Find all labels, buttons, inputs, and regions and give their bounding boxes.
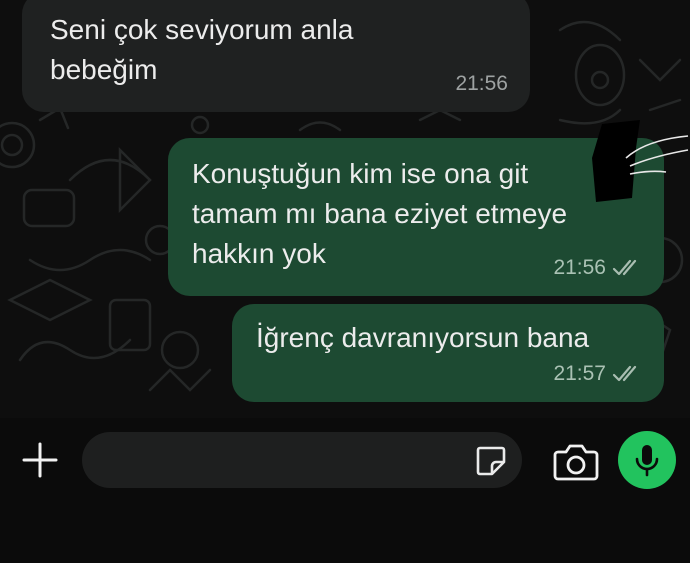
message-meta: 21:56: [455, 64, 508, 104]
message-bubble-outgoing[interactable]: İğrenç davranıyorsun bana 21:57: [232, 304, 664, 402]
message-meta: 21:57: [553, 354, 642, 394]
sticker-icon[interactable]: [474, 444, 508, 478]
message-bubble-incoming[interactable]: Seni çok seviyorum anla bebeğim 21:56: [22, 0, 530, 112]
message-input[interactable]: [104, 442, 474, 478]
message-time: 21:56: [455, 72, 508, 95]
message-text: Seni çok seviyorum anla bebeğim: [50, 14, 354, 85]
plus-icon[interactable]: [20, 440, 60, 480]
microphone-icon: [635, 445, 659, 477]
message-meta: 21:56: [553, 248, 642, 288]
double-check-icon: [612, 259, 637, 276]
redaction-mark: [592, 120, 689, 202]
camera-icon[interactable]: [552, 442, 600, 482]
message-time: 21:57: [553, 362, 606, 385]
microphone-button[interactable]: [618, 431, 676, 489]
message-text: İğrenç davranıyorsun bana: [256, 322, 590, 353]
chat-area: Seni çok seviyorum anla bebeğim 21:56 Ko…: [0, 0, 690, 418]
message-time: 21:56: [553, 256, 606, 279]
message-composer: [0, 418, 690, 563]
double-check-icon: [612, 365, 637, 382]
message-input-container[interactable]: [82, 432, 522, 488]
